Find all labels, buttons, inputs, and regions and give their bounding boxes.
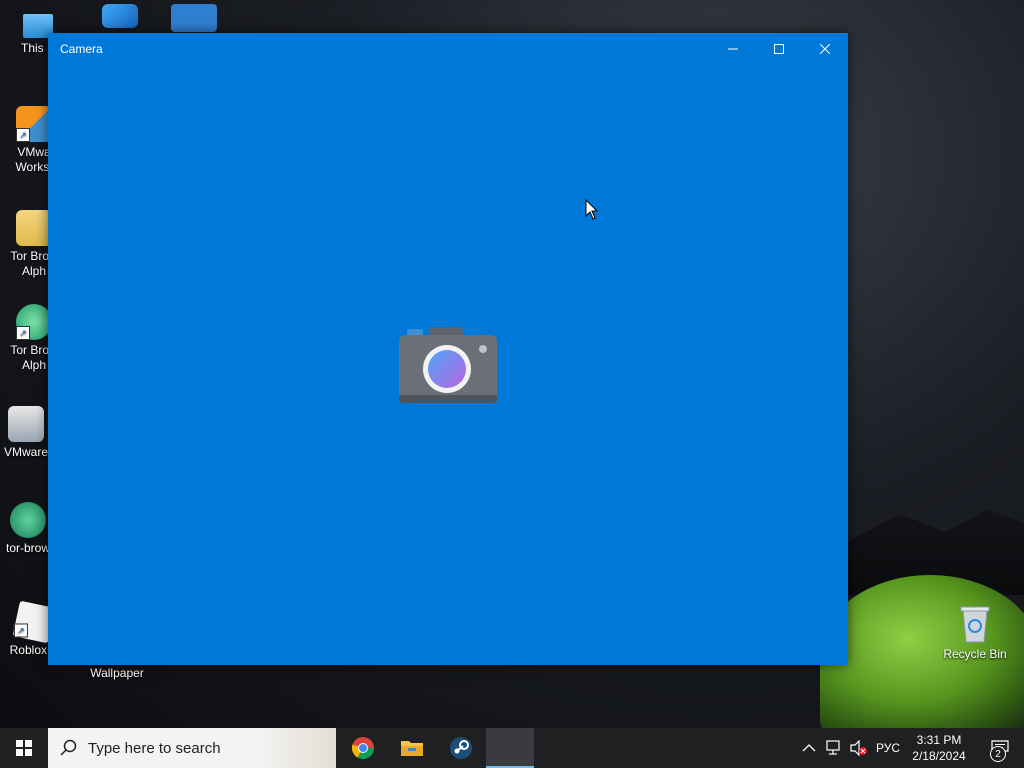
camera-window: Camera (48, 33, 848, 665)
taskbar: Type here to search РУС 3:31 PM 2/18/202… (0, 728, 1024, 768)
desktop-icon-label: Recycle Bin (943, 647, 1007, 661)
chrome-icon (351, 737, 374, 759)
start-button[interactable] (0, 728, 48, 768)
vmware-workstation-icon: ↗ (16, 106, 52, 142)
recycle-bin-icon (959, 604, 991, 644)
volume-muted-icon (850, 740, 867, 756)
close-icon (820, 43, 830, 54)
tor-browser-archive-icon (10, 502, 46, 538)
desktop-icon-label: Wallpaper (90, 666, 144, 680)
taskbar-camera[interactable] (486, 728, 534, 768)
taskbar-search-box[interactable]: Type here to search (48, 728, 336, 768)
desktop-icon-recycle-bin[interactable]: Recycle Bin (937, 604, 1013, 662)
shortcut-arrow-icon: ↗ (13, 623, 28, 638)
notification-count-badge: 2 (990, 746, 1006, 762)
chevron-up-icon (802, 744, 816, 752)
shortcut-arrow-icon: ↗ (16, 128, 30, 142)
volume-button[interactable] (850, 728, 868, 768)
taskbar-clock[interactable]: 3:31 PM 2/18/2024 (900, 728, 978, 768)
window-title: Camera (60, 42, 103, 56)
taskbar-chrome[interactable] (339, 728, 387, 768)
input-language-label: РУС (876, 741, 901, 755)
input-language-button[interactable]: РУС (876, 728, 900, 768)
close-button[interactable] (802, 33, 848, 64)
show-hidden-icons-button[interactable] (802, 728, 816, 768)
network-status-button[interactable] (826, 728, 844, 768)
package-icon (171, 4, 217, 32)
vmware-installer-icon (8, 406, 44, 442)
taskbar-file-explorer[interactable] (388, 728, 436, 768)
taskbar-steam[interactable] (437, 728, 485, 768)
desktop-icon-top-3[interactable] (156, 4, 232, 35)
search-icon (60, 739, 77, 756)
desktop-icon-wallpaper[interactable]: Wallpaper (79, 666, 155, 681)
camera-app-logo-icon (399, 325, 497, 405)
minimize-button[interactable] (710, 33, 756, 64)
clock-time: 3:31 PM (916, 733, 962, 747)
app-shortcut-icon (102, 4, 138, 28)
maximize-icon (774, 43, 784, 54)
window-titlebar[interactable]: Camera (48, 33, 848, 64)
shortcut-arrow-icon: ↗ (16, 326, 30, 340)
minimize-icon (728, 48, 738, 49)
tor-browser-icon: ↗ (16, 304, 52, 340)
tor-browser-folder-icon (16, 210, 52, 246)
mouse-cursor-icon (585, 198, 599, 221)
search-highlight-illustration[interactable] (260, 728, 336, 768)
maximize-button[interactable] (756, 33, 802, 64)
windows-logo-icon (16, 740, 32, 756)
steam-icon (450, 737, 472, 759)
clock-date: 2/18/2024 (912, 749, 966, 763)
desktop-icon-top-2[interactable] (82, 4, 158, 31)
network-icon (826, 740, 840, 755)
search-placeholder: Type here to search (88, 740, 221, 757)
file-explorer-icon (401, 741, 423, 756)
camera-app-icon (498, 735, 522, 759)
